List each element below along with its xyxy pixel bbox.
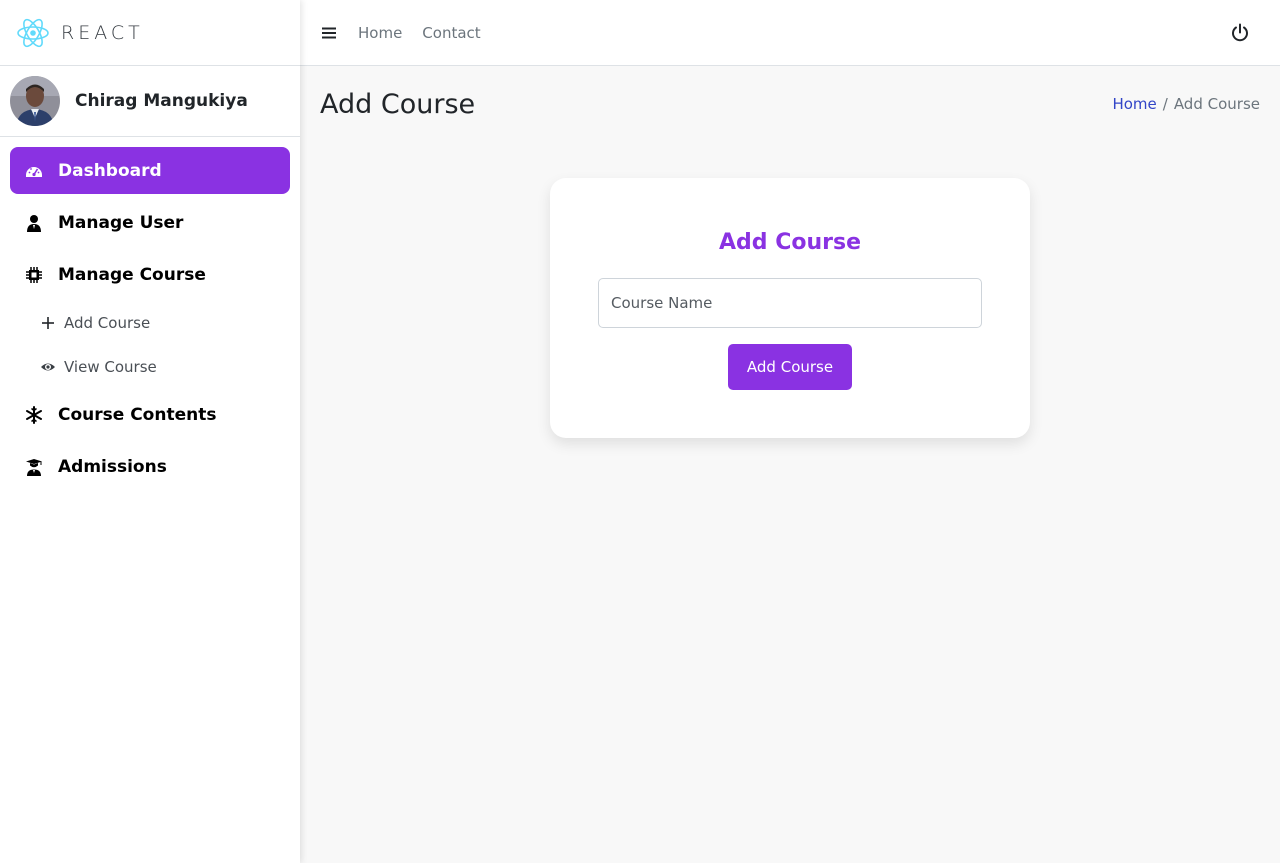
breadcrumb-current: Add Course bbox=[1173, 95, 1260, 113]
app-root: REACT Chirag Mangukiya Dashboard Manage … bbox=[0, 0, 1280, 863]
sidebar-item-label: Admissions bbox=[58, 456, 167, 477]
sidebar-subitem-label: View Course bbox=[64, 358, 157, 376]
sidebar-item-admissions[interactable]: Admissions bbox=[10, 443, 290, 490]
brand-link[interactable]: REACT bbox=[0, 0, 300, 66]
content-header: Add Course Home / Add Course bbox=[320, 66, 1260, 142]
dashboard-gauge-icon bbox=[24, 161, 44, 181]
sidebar-item-course-contents[interactable]: Course Contents bbox=[10, 391, 290, 438]
hamburger-menu-icon[interactable] bbox=[320, 24, 338, 42]
sidebar-subitem-add-course[interactable]: Add Course bbox=[10, 303, 290, 343]
sidebar-item-label: Dashboard bbox=[58, 160, 162, 181]
top-navbar: Home Contact bbox=[300, 0, 1280, 66]
sidebar-subitem-label: Add Course bbox=[64, 314, 151, 332]
sidebar-item-manage-user[interactable]: Manage User bbox=[10, 199, 290, 246]
breadcrumb-home-link[interactable]: Home bbox=[1112, 95, 1156, 113]
snowflake-icon bbox=[24, 405, 44, 425]
brand-name: REACT bbox=[61, 21, 144, 44]
course-name-input[interactable] bbox=[598, 278, 982, 328]
user-panel: Chirag Mangukiya bbox=[0, 66, 300, 137]
user-avatar[interactable] bbox=[10, 76, 60, 126]
sidebar-item-manage-course[interactable]: Manage Course bbox=[10, 251, 290, 298]
user-name: Chirag Mangukiya bbox=[75, 91, 248, 111]
chip-icon bbox=[24, 265, 44, 285]
sidebar-subitem-view-course[interactable]: View Course bbox=[10, 347, 290, 387]
nav-link-home[interactable]: Home bbox=[358, 24, 402, 42]
plus-icon bbox=[40, 315, 56, 331]
react-logo-icon bbox=[17, 18, 49, 47]
card-title: Add Course bbox=[719, 230, 861, 255]
sidebar-item-label: Manage User bbox=[58, 212, 184, 233]
sidebar-item-label: Course Contents bbox=[58, 404, 217, 425]
sidebar-item-label: Manage Course bbox=[58, 264, 206, 285]
page-title: Add Course bbox=[320, 88, 476, 120]
nav-link-contact[interactable]: Contact bbox=[422, 24, 480, 42]
sidebar: REACT Chirag Mangukiya Dashboard Manage … bbox=[0, 0, 300, 863]
power-icon[interactable] bbox=[1230, 23, 1250, 43]
breadcrumb-separator: / bbox=[1162, 95, 1168, 113]
add-course-button[interactable]: Add Course bbox=[728, 344, 852, 390]
sidebar-nav: Dashboard Manage User Manage Course Add … bbox=[0, 137, 300, 490]
user-icon bbox=[24, 213, 44, 233]
graduate-icon bbox=[24, 457, 44, 477]
sidebar-item-dashboard[interactable]: Dashboard bbox=[10, 147, 290, 194]
breadcrumb: Home / Add Course bbox=[1112, 95, 1260, 113]
add-course-card: Add Course Add Course bbox=[550, 178, 1030, 438]
eye-icon bbox=[40, 359, 56, 375]
